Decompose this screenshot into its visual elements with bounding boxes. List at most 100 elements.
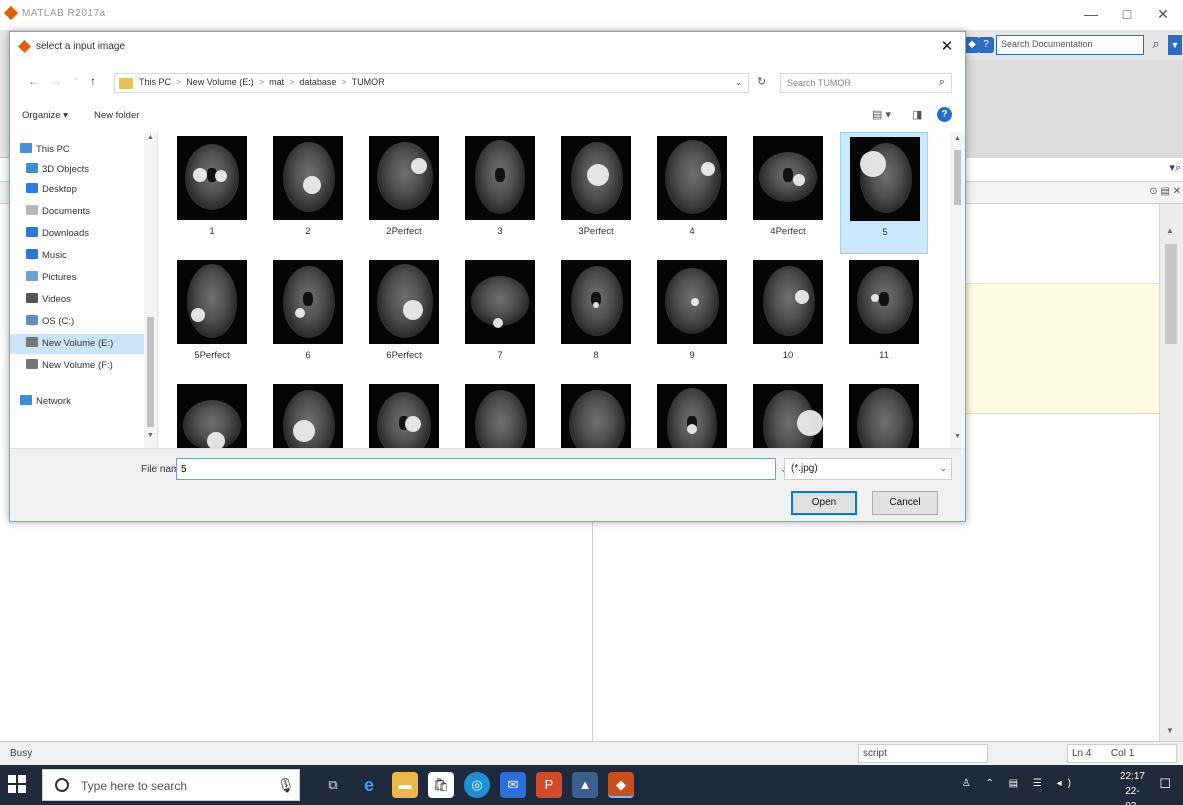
windows-start-icon[interactable]	[8, 775, 28, 795]
file-type-select[interactable]: (*.jpg) ⌄	[784, 458, 952, 480]
file-tile[interactable]	[168, 380, 256, 448]
nav-scrollbar[interactable]: ▲ ▼	[144, 132, 157, 448]
taskbar-clock[interactable]: 22:17 22-02-2019	[1120, 769, 1145, 805]
file-tile[interactable]: 9	[648, 256, 736, 378]
breadcrumb-item[interactable]: database	[299, 77, 336, 87]
organize-menu[interactable]: Organize ▾	[22, 110, 68, 121]
preview-pane-icon[interactable]: ◨	[912, 108, 922, 121]
nav-item[interactable]: Videos	[10, 290, 144, 310]
file-tile[interactable]	[648, 380, 736, 448]
folder-search-input[interactable]: Search TUMOR ⌕	[780, 73, 952, 93]
minimize-button[interactable]: —	[1080, 4, 1102, 24]
help-icon[interactable]: ?	[937, 107, 952, 122]
folder-search-icon[interactable]: ▾⌕	[1169, 161, 1181, 175]
editor-scrollbar[interactable]: ▲ ▼	[1159, 204, 1183, 741]
dialog-close-button[interactable]: ✕	[937, 37, 957, 57]
breadcrumb-separator: >	[289, 77, 295, 87]
matlab-taskbar-icon[interactable]: ◆	[608, 772, 634, 798]
scroll-up-icon[interactable]: ▲	[954, 135, 961, 142]
new-folder-button[interactable]: New folder	[94, 110, 139, 121]
file-tile[interactable]: 2	[264, 132, 352, 254]
breadcrumb-item[interactable]: This PC	[139, 77, 171, 87]
file-tile[interactable]: 7	[456, 256, 544, 378]
file-tile[interactable]: 5Perfect	[168, 256, 256, 378]
file-tile[interactable]: 11	[840, 256, 928, 378]
file-tile[interactable]	[360, 380, 448, 448]
file-tile[interactable]: 3	[456, 132, 544, 254]
nav-item[interactable]: Network	[10, 392, 144, 412]
file-explorer-icon[interactable]: ▬	[392, 772, 418, 798]
nav-item[interactable]: Desktop	[10, 180, 144, 200]
forward-arrow-icon[interactable]: →	[50, 74, 62, 88]
file-tile[interactable]: 2Perfect	[360, 132, 448, 254]
breadcrumb-item[interactable]: TUMOR	[352, 77, 385, 87]
scrollbar-thumb[interactable]	[954, 150, 961, 205]
chevron-down-icon[interactable]: ⌄	[734, 77, 742, 88]
file-tile[interactable]	[840, 380, 928, 448]
taskbar-search-input[interactable]: Type here to search 🎙	[42, 769, 300, 801]
scroll-down-icon[interactable]: ▼	[1166, 726, 1174, 735]
nav-item[interactable]: 3D Objects	[10, 160, 144, 180]
microphone-icon[interactable]: 🎙	[277, 777, 295, 794]
file-tile[interactable]: 10	[744, 256, 832, 378]
file-tile[interactable]: 1	[168, 132, 256, 254]
mail-icon[interactable]: ✉	[500, 772, 526, 798]
nav-item[interactable]: Pictures	[10, 268, 144, 288]
file-tile[interactable]	[264, 380, 352, 448]
file-tile[interactable]: 8	[552, 256, 640, 378]
nav-item[interactable]: This PC	[10, 140, 144, 160]
file-tile[interactable]: 4	[648, 132, 736, 254]
nav-item[interactable]: New Volume (E:)	[10, 334, 144, 354]
file-tile[interactable]: 4Perfect	[744, 132, 832, 254]
file-tile[interactable]: 3Perfect	[552, 132, 640, 254]
recent-locations-icon[interactable]: ⌄	[72, 72, 80, 83]
maximize-button[interactable]: □	[1116, 4, 1138, 24]
nav-item[interactable]: New Volume (F:)	[10, 356, 144, 376]
scroll-down-icon[interactable]: ▼	[147, 432, 154, 439]
up-arrow-icon[interactable]: ↑	[90, 74, 96, 88]
file-tile[interactable]: 6Perfect	[360, 256, 448, 378]
file-type-indicator: script	[858, 744, 988, 763]
store-icon[interactable]: 🛍	[428, 772, 454, 798]
help-icon[interactable]: ?	[978, 37, 994, 53]
panel-controls-icon[interactable]: ⊙ ▤ ✕	[1149, 186, 1181, 197]
breadcrumb-item[interactable]: mat	[269, 77, 284, 87]
scrollbar-thumb[interactable]	[1165, 244, 1177, 344]
view-options-icon[interactable]: ▤ ▾	[872, 108, 891, 121]
file-tile[interactable]: 5	[840, 132, 928, 254]
nav-item-icon	[26, 271, 38, 281]
chrome-icon[interactable]: ◎	[464, 772, 490, 798]
filename-input[interactable]	[176, 458, 776, 480]
photos-icon[interactable]: ▲	[572, 772, 598, 798]
scroll-down-icon[interactable]: ▼	[954, 433, 961, 440]
back-arrow-icon[interactable]: ←	[28, 74, 40, 88]
scroll-up-icon[interactable]: ▲	[147, 134, 154, 141]
file-tile[interactable]	[744, 380, 832, 448]
powerpoint-icon[interactable]: P	[536, 772, 562, 798]
file-tile[interactable]	[456, 380, 544, 448]
task-view-icon[interactable]: ⧉	[320, 772, 346, 798]
refresh-icon[interactable]: ↻	[757, 75, 766, 88]
nav-item[interactable]: OS (C:)	[10, 312, 144, 332]
scroll-up-icon[interactable]: ▲	[1166, 226, 1174, 235]
tray-icons[interactable]: ♙ ⌃ ▤ ☰ ◂)	[962, 778, 1077, 789]
file-tile[interactable]	[552, 380, 640, 448]
file-grid-scrollbar[interactable]: ▲ ▼	[950, 132, 965, 448]
open-button[interactable]: Open	[791, 491, 857, 515]
dialog-titlebar: select a input image ✕	[10, 32, 965, 62]
search-icon[interactable]: ⌕	[1147, 36, 1165, 54]
cancel-button[interactable]: Cancel	[872, 491, 938, 515]
nav-item[interactable]: Documents	[10, 202, 144, 222]
mri-thumbnail-image	[273, 384, 343, 448]
nav-item[interactable]: Downloads	[10, 224, 144, 244]
file-tile[interactable]: 6	[264, 256, 352, 378]
notifications-icon[interactable]: ☐	[1159, 776, 1171, 792]
documentation-search-input[interactable]: Search Documentation	[996, 35, 1144, 55]
address-bar[interactable]: This PC > New Volume (E:) > mat > database > TUM…	[114, 73, 749, 93]
window-close-button[interactable]: ✕	[1152, 4, 1174, 24]
breadcrumb-item[interactable]: New Volume (E:)	[186, 77, 254, 87]
edge-browser-icon[interactable]: e	[356, 772, 382, 798]
chevron-down-icon[interactable]: ▼	[1168, 35, 1182, 55]
scrollbar-thumb[interactable]	[147, 317, 154, 427]
nav-item[interactable]: Music	[10, 246, 144, 266]
